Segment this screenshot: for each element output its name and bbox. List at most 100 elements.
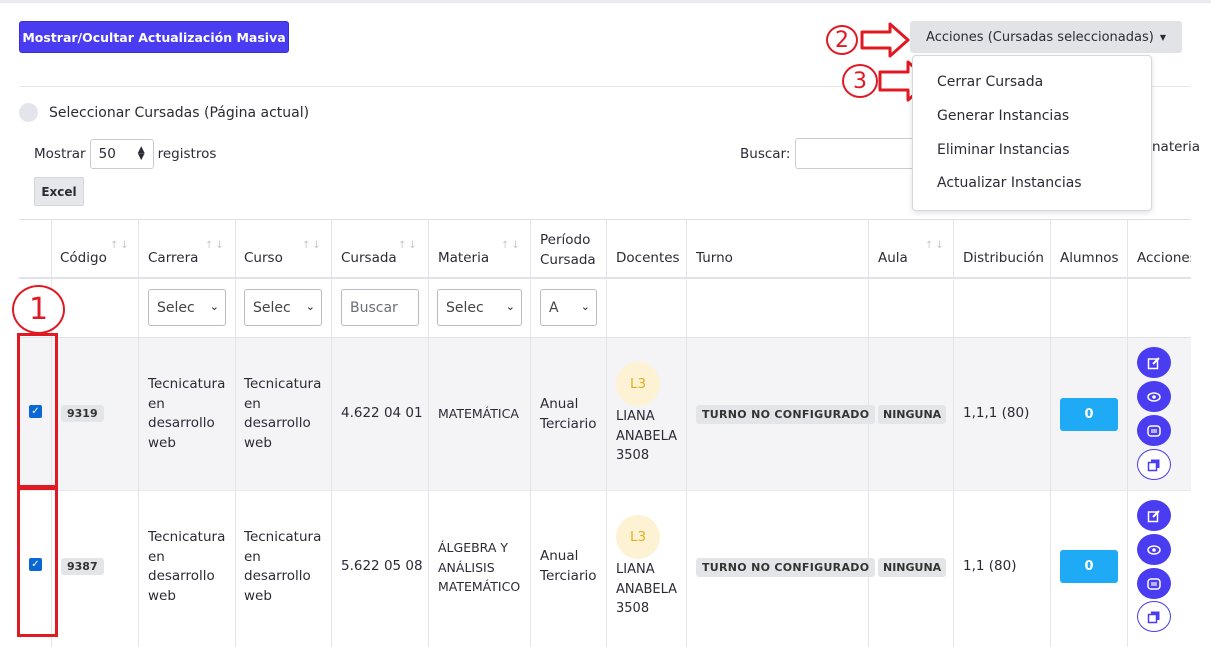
copy-icon <box>1147 611 1160 623</box>
col-header-cursada[interactable]: Cursada <box>341 250 397 266</box>
periodo-line: Terciario <box>540 567 597 584</box>
aula-badge: NINGUNA <box>878 405 947 424</box>
col-divider <box>953 219 954 647</box>
copy-button[interactable] <box>1137 601 1171 632</box>
materia-line: ÁLGEBRA Y <box>438 540 509 555</box>
eye-icon <box>1147 391 1161 402</box>
docente-cell: LIANA ANABELA 3508 <box>616 407 677 466</box>
excel-export-button[interactable]: Excel <box>34 177 84 206</box>
carrera-line: desarrollo <box>148 568 215 584</box>
chevron-down-icon: ⌄ <box>209 300 219 313</box>
top-border <box>0 0 1211 3</box>
alumnos-button[interactable]: 0 <box>1060 398 1118 431</box>
turno-badge: TURNO NO CONFIGURADO <box>696 558 876 577</box>
docente-line: ANABELA <box>616 428 678 444</box>
barcode-button[interactable] <box>1137 415 1171 446</box>
distribucion-cell: 1,1,1 (80) <box>963 405 1030 421</box>
curso-line: desarrollo <box>244 568 311 584</box>
col-divider <box>138 219 139 647</box>
menu-item-cerrar-cursada[interactable]: Cerrar Cursada <box>937 74 1043 90</box>
actions-dropdown-button[interactable]: Acciones (Cursadas seleccionadas) ▼ <box>910 21 1182 53</box>
carrera-line: web <box>148 434 176 451</box>
avatar: L3 <box>616 362 660 406</box>
curso-line: en <box>244 548 261 565</box>
col-divider <box>1127 219 1128 647</box>
filter-carrera-select[interactable]: Selec ⌄ <box>148 289 226 326</box>
sort-arrows-icon[interactable]: ↑↓ <box>110 240 131 251</box>
edit-button[interactable] <box>1137 347 1171 378</box>
curso-cell: Tecnicatura en desarrollo web <box>244 528 321 606</box>
curso-cell: Tecnicatura en desarrollo web <box>244 375 321 453</box>
docente-line: LIANA <box>616 562 655 577</box>
col-divider <box>606 219 607 647</box>
distribucion-cell: 1,1 (80) <box>963 558 1017 574</box>
filter-materia-select[interactable]: Selec ⌄ <box>437 289 522 326</box>
col-divider <box>331 219 332 647</box>
alumnos-button[interactable]: 0 <box>1060 550 1118 583</box>
select-all-toggle[interactable]: Seleccionar Cursadas (Página actual) <box>19 103 309 122</box>
length-prefix: Mostrar <box>34 146 86 162</box>
chevron-down-icon: ⌄ <box>505 300 515 313</box>
select-all-radio[interactable] <box>19 103 38 122</box>
carrera-line: Tecnicatura <box>148 529 226 545</box>
col-header-codigo[interactable]: Código <box>60 250 107 266</box>
view-button[interactable] <box>1137 381 1171 412</box>
eye-icon <box>1147 544 1161 555</box>
col-header-turno: Turno <box>696 250 733 266</box>
filter-curso-value: Selec <box>253 299 291 316</box>
col-header-curso[interactable]: Curso <box>244 250 283 266</box>
cursada-cell: 4.622 04 01 <box>341 405 423 421</box>
col-header-materia[interactable]: Materia <box>438 250 489 266</box>
carrera-line: desarrollo <box>148 415 215 431</box>
avatar: L3 <box>616 515 660 559</box>
col-divider <box>235 219 236 647</box>
header-divider <box>19 277 1191 279</box>
page-length-control: Mostrar 50 ▲ ▼ registros <box>34 139 216 169</box>
chevron-down-icon: ⌄ <box>305 300 315 313</box>
col-header-acciones: Acciones <box>1137 250 1191 266</box>
curso-line: Tecnicatura <box>244 529 322 545</box>
filter-divider <box>19 337 1191 338</box>
edit-button[interactable] <box>1137 500 1171 531</box>
sort-arrows-icon[interactable]: ↑↓ <box>302 240 323 251</box>
filter-curso-select[interactable]: Selec ⌄ <box>244 289 322 326</box>
periodo-line: Anual <box>540 548 579 564</box>
codigo-badge: 9319 <box>61 405 104 422</box>
barcode-icon <box>1147 577 1161 590</box>
cursada-cell: 5.622 05 08 <box>341 558 423 574</box>
col-header-aula[interactable]: Aula <box>878 250 908 266</box>
sort-arrows-icon[interactable]: ↑↓ <box>925 240 946 251</box>
barcode-button[interactable] <box>1137 568 1171 599</box>
page-length-select[interactable]: 50 ▲ ▼ <box>89 139 154 169</box>
toggle-bulk-update-button[interactable]: Mostrar/Ocultar Actualización Masiva <box>19 21 289 53</box>
materia-cell: ÁLGEBRA Y ANÁLISIS MATEMÁTICO <box>438 538 520 597</box>
menu-item-generar-instancias[interactable]: Generar Instancias <box>937 108 1069 124</box>
carrera-cell: Tecnicatura en desarrollo web <box>148 375 225 453</box>
copy-icon <box>1147 459 1160 471</box>
curso-line: Tecnicatura <box>244 376 322 392</box>
aula-badge: NINGUNA <box>878 558 947 577</box>
chevron-down-icon: ⌄ <box>580 300 590 313</box>
view-button[interactable] <box>1137 534 1171 565</box>
menu-item-eliminar-instancias[interactable]: Eliminar Instancias <box>937 142 1070 158</box>
filter-periodo-select[interactable]: A ⌄ <box>540 289 597 326</box>
carrera-line: Tecnicatura <box>148 376 226 392</box>
sort-arrows-icon[interactable]: ↑↓ <box>501 240 522 251</box>
carrera-cell: Tecnicatura en desarrollo web <box>148 528 225 606</box>
barcode-icon <box>1147 424 1161 437</box>
col-divider <box>868 219 869 647</box>
menu-item-actualizar-instancias[interactable]: Actualizar Instancias <box>937 175 1082 191</box>
hidden-text-fragment: nateria <box>1152 139 1201 155</box>
filter-cursada-input[interactable]: Buscar <box>341 289 419 326</box>
sort-arrows-icon[interactable]: ↑↓ <box>398 240 419 251</box>
length-suffix: registros <box>157 146 217 162</box>
periodo-line: Terciario <box>540 415 597 432</box>
col-header-periodo[interactable]: Período Cursada <box>540 230 602 270</box>
copy-button[interactable] <box>1137 449 1171 480</box>
annotation-step-1: 1 <box>12 285 65 334</box>
sort-arrows-icon[interactable]: ↑↓ <box>205 240 226 251</box>
periodo-cell: Anual Terciario <box>540 547 597 586</box>
col-header-carrera[interactable]: Carrera <box>148 250 198 266</box>
turno-badge: TURNO NO CONFIGURADO <box>696 405 876 424</box>
actions-label: Acciones (Cursadas seleccionadas) <box>926 29 1154 45</box>
